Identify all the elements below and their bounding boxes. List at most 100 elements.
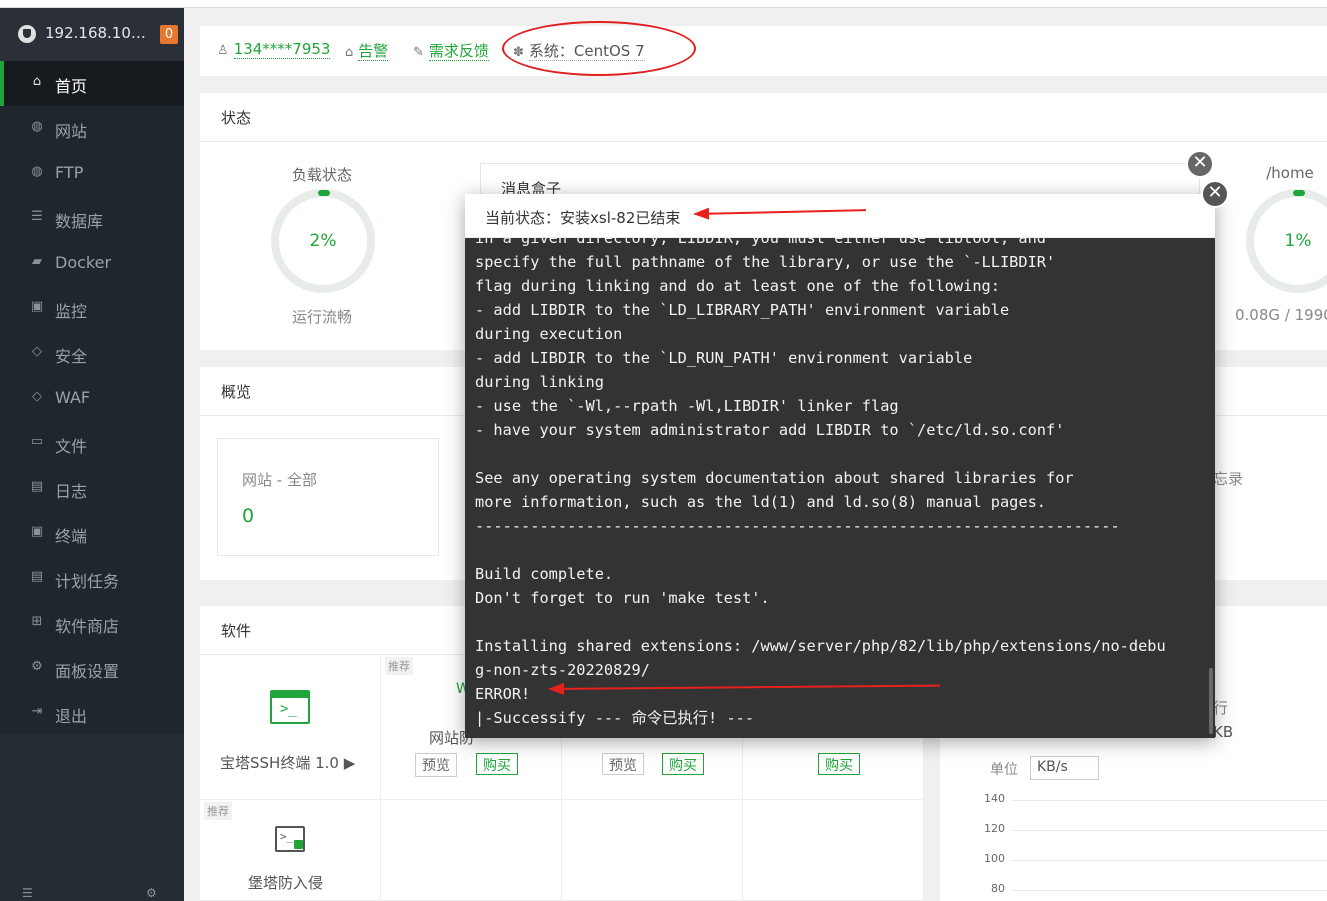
modal-close-icon[interactable]: ✕ [1201, 180, 1229, 208]
log-line: during execution [475, 325, 623, 343]
sidebar-item-label: 监控 [55, 302, 88, 321]
install-log-output[interactable]: in a given directory, LIBDIR, you must e… [465, 238, 1215, 738]
sidebar-item-label: FTP [55, 163, 84, 182]
buy-button-2[interactable]: 购买 [662, 753, 704, 775]
traffic-kb-value: KB [1213, 723, 1234, 741]
overview-panel-title: 概览 [221, 383, 252, 401]
sidebar-footer: ☰ ⚙ [0, 734, 184, 901]
home-icon: ⌂ [32, 74, 42, 89]
y-tick-label: 80 [991, 882, 1005, 895]
disk-gauge-title: /home [1266, 164, 1314, 182]
load-gauge-value: 2% [309, 231, 337, 251]
log-line: ----------------------------------------… [475, 517, 1120, 535]
shield-icon: ◇ [32, 344, 42, 359]
sidebar-item-label: 计划任务 [55, 572, 120, 591]
sidebar: 192.168.100.… 0 ⌂ 首页 ◍ 网站 ◍ FTP ☰ 数据库 ▰ Docker ▣ 监控… [0, 8, 184, 901]
memo-card-label[interactable]: 忘录 [1213, 468, 1243, 489]
disk-gauge-fill [1293, 190, 1305, 196]
logout-icon: ⇥ [31, 704, 43, 719]
sidebar-item[interactable]: ◇ WAF [0, 376, 184, 421]
collapse-menu-icon[interactable]: ☰ [22, 886, 33, 900]
database-icon: ☰ [31, 209, 43, 224]
settings-footer-icon[interactable]: ⚙ [146, 886, 157, 900]
log-line: during linking [475, 373, 604, 391]
background-close-icon[interactable]: ✕ [1186, 150, 1214, 178]
sidebar-item[interactable]: ◍ 网站 [0, 106, 184, 151]
y-tick-label: 100 [984, 852, 1005, 865]
log-scrollbar[interactable] [1209, 668, 1213, 734]
waf-shield-icon: ◇ [32, 389, 42, 404]
unit-select[interactable]: KB/s [1030, 756, 1099, 780]
log-line: - have your system administrator add LIB… [475, 421, 1065, 439]
status-panel-title: 状态 [221, 109, 252, 127]
modal-title: 当前状态：安装xsl-82已结束 [485, 209, 681, 227]
top-info-bar: ♙ 134****7953 ⌂ 告警 ✎ 需求反馈 ✽ 系统：CentOS 7 [200, 26, 1327, 76]
globe-icon: ◍ [31, 119, 43, 134]
buy-button[interactable]: 购买 [476, 753, 518, 775]
grid-line [1012, 830, 1327, 831]
sidebar-item-label: 退出 [55, 707, 88, 726]
sidebar-item[interactable]: ▣ 终端 [0, 511, 184, 556]
host-ip[interactable]: 192.168.100.… [45, 24, 153, 42]
feedback-label[interactable]: 需求反馈 [428, 42, 489, 61]
user-icon: ♙ [217, 43, 229, 58]
software-item-intrusion[interactable]: 推荐 >_ 堡塔防入侵 [200, 800, 381, 901]
site-count-label: 网站 - 全部 [242, 471, 317, 489]
intrusion-app-name[interactable]: 堡塔防入侵 [248, 872, 323, 893]
log-line: g-non-zts-20220829/ [475, 661, 650, 679]
log-line: in a given directory, LIBDIR, you must e… [475, 238, 1046, 247]
load-status-text: 运行流畅 [291, 308, 352, 326]
log-line: - use the `-Wl,--rpath -Wl,LIBDIR' linke… [475, 397, 899, 415]
docker-icon: ▰ [32, 254, 42, 269]
log-line: flag during linking and do at least one … [475, 277, 1000, 295]
sidebar-item-label: 面板设置 [55, 662, 120, 681]
feedback-link[interactable]: ✎ 需求反馈 [413, 40, 489, 61]
panel-logo-icon [18, 25, 36, 43]
log-icon: ▤ [30, 479, 44, 494]
log-line: See any operating system documentation a… [475, 469, 1074, 487]
sidebar-item[interactable]: ⊞ 软件商店 [0, 601, 184, 646]
notification-badge[interactable]: 0 [160, 25, 178, 44]
ssh-app-name[interactable]: 宝塔SSH终端 1.0 ▶ [220, 752, 355, 773]
user-account-link[interactable]: 134****7953 [233, 40, 331, 59]
install-log-modal: 当前状态：安装xsl-82已结束 in a given directory, L… [465, 194, 1215, 738]
sidebar-item[interactable]: ◇ 安全 [0, 331, 184, 376]
preview-button-2[interactable]: 预览 [602, 753, 644, 775]
site-count-card[interactable]: 网站 - 全部 0 [217, 438, 439, 556]
sidebar-item[interactable]: ▰ Docker [0, 241, 184, 286]
site-count-value[interactable]: 0 [242, 505, 254, 527]
log-line: ERROR! [475, 685, 531, 703]
sidebar-item[interactable]: ▤ 计划任务 [0, 556, 184, 601]
sidebar-item[interactable]: ⌂ 首页 [0, 61, 184, 106]
sidebar-item-label: 软件商店 [55, 617, 120, 636]
browser-top-strip [0, 0, 1327, 8]
sidebar-item[interactable]: ▤ 日志 [0, 466, 184, 511]
sidebar-item-label: WAF [55, 388, 91, 407]
sidebar-item[interactable]: ⇥ 退出 [0, 691, 184, 736]
sidebar-item[interactable]: ⚙ 面板设置 [0, 646, 184, 691]
sidebar-item-label: 安全 [55, 347, 88, 366]
sidebar-item[interactable]: ▭ 文件 [0, 421, 184, 466]
y-tick-label: 140 [984, 792, 1005, 805]
terminal-icon: ▣ [30, 524, 44, 539]
unit-label: 单位 [990, 762, 1018, 778]
log-line: more information, such as the ld(1) and … [475, 493, 1046, 511]
sidebar-item[interactable]: ▣ 监控 [0, 286, 184, 331]
load-gauge-fill [318, 190, 330, 196]
alarm-label[interactable]: 告警 [358, 42, 389, 61]
log-line: - add LIBDIR to the `LD_LIBRARY_PATH' en… [475, 301, 1010, 319]
sidebar-item[interactable]: ◍ FTP [0, 151, 184, 196]
sidebar-item[interactable]: ☰ 数据库 [0, 196, 184, 241]
sidebar-item-label: 日志 [55, 482, 88, 501]
preview-button[interactable]: 预览 [415, 753, 457, 777]
buy-button-3[interactable]: 购买 [818, 753, 860, 775]
disk-usage-text: 0.08G / 1990 [1235, 306, 1327, 324]
user-info[interactable]: ♙ 134****7953 [217, 40, 331, 59]
terminal-app-icon: >_ [270, 690, 310, 724]
software-item-6 [381, 800, 562, 901]
sidebar-item-label: Docker [55, 253, 112, 272]
software-item-ssh[interactable]: >_ 宝塔SSH终端 1.0 ▶ [200, 655, 381, 800]
sidebar-header: 192.168.100.… 0 [0, 8, 184, 62]
alarm-link[interactable]: ⌂ 告警 [345, 40, 389, 61]
log-line: specify the full pathname of the library… [475, 253, 1056, 271]
